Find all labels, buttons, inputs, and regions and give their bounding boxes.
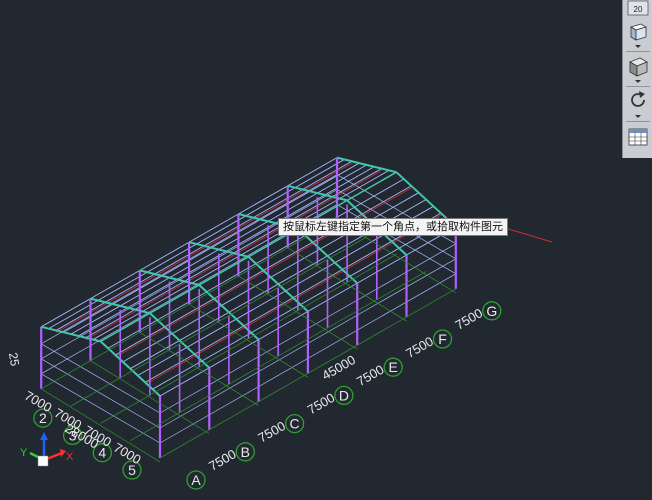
properties-panel-icon[interactable] (627, 126, 649, 148)
orbit-dropdown-icon[interactable] (635, 115, 641, 118)
grid-axis-f: F (438, 331, 447, 347)
3d-box-dropdown-icon[interactable] (635, 80, 641, 83)
grid-axis-c: C (290, 416, 300, 432)
ucs-y-label: Y (20, 447, 28, 459)
view-cube-dropdown-icon[interactable] (635, 45, 641, 48)
brace-line (504, 227, 553, 243)
brace-line (115, 187, 412, 358)
command-tooltip: 按鼠标左键指定第一个角点，或拾取构件图元 (278, 218, 508, 236)
brace-line (55, 162, 353, 333)
3d-box-view-icon[interactable] (627, 55, 649, 77)
ucs-x-label: X (66, 451, 74, 463)
dim-front-5: 7500 (453, 305, 486, 332)
dim-total-front: 45000 (319, 352, 358, 383)
dim-front-3: 7500 (354, 362, 387, 389)
grid-axis-b: B (241, 444, 250, 460)
dim-front-1: 7500 (255, 418, 288, 445)
viewcube-number-button[interactable]: 20 (627, 0, 649, 16)
grid-axis-g: G (486, 303, 497, 319)
tooltip-text: 按鼠标左键指定第一个角点，或拾取构件图元 (283, 220, 503, 233)
orbit-refresh-icon[interactable] (627, 89, 649, 111)
dim-front-0: 7500 (206, 446, 239, 473)
grid-axis-d: D (339, 387, 349, 403)
dim-partial-label: 25 (6, 352, 22, 368)
grid-axis-a: A (191, 472, 201, 488)
dim-front-2: 7500 (305, 390, 338, 417)
navigation-toolbar: 20 (622, 0, 652, 158)
dim-front-4: 7500 (403, 333, 436, 360)
model-viewport[interactable]: ABCDEFG2345 75007500750075007500750045000… (0, 0, 652, 500)
ucs-icon: X Y (20, 432, 74, 467)
viewcube-number-label: 20 (634, 5, 643, 14)
view-cube-icon[interactable] (627, 20, 649, 42)
grid-axis-e: E (389, 359, 398, 375)
grid-labels: ABCDEFG2345 75007500750075007500750045000… (6, 301, 502, 490)
